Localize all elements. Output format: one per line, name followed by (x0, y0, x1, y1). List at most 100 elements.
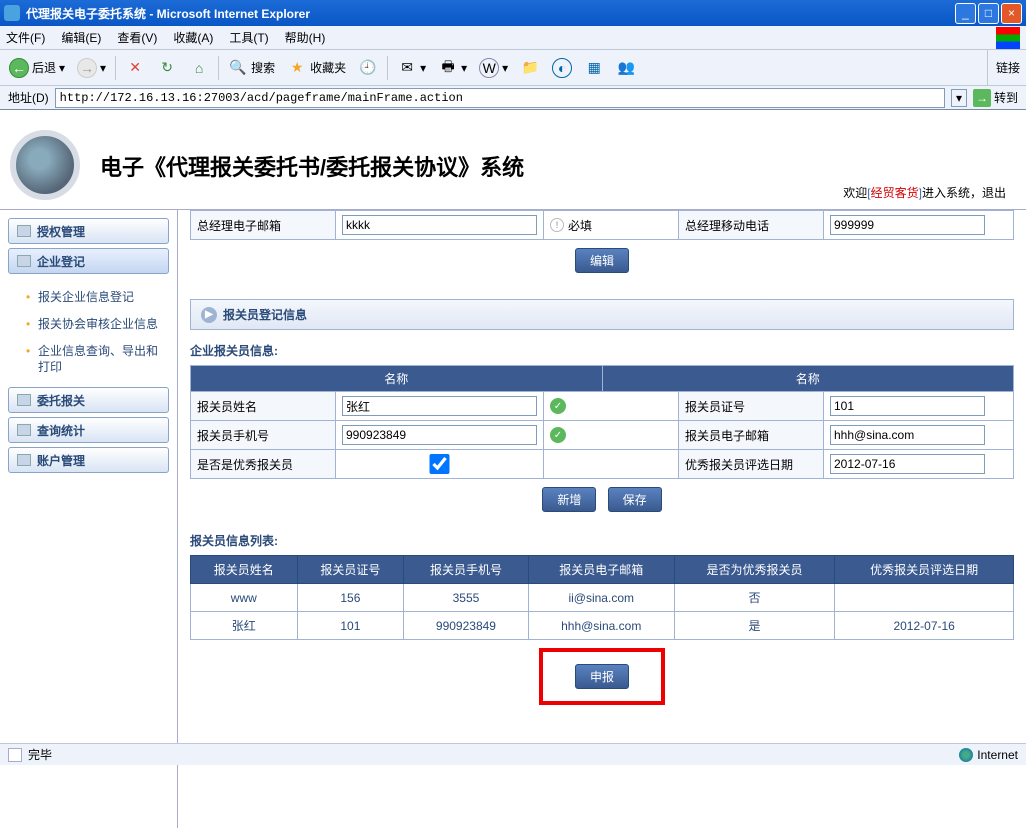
page-icon (8, 748, 22, 762)
input-manager-phone[interactable] (830, 215, 985, 235)
label-phone: 报关员手机号 (191, 421, 336, 449)
label-cert-no: 报关员证号 (679, 392, 824, 420)
list-title: 报关员信息列表: (190, 532, 1014, 549)
input-date[interactable] (830, 454, 985, 474)
ext2-button[interactable]: ▦ (581, 56, 607, 80)
maximize-button[interactable]: □ (978, 3, 999, 24)
sidebar-item-auth[interactable]: 授权管理 (8, 218, 169, 244)
folder-icon (17, 225, 31, 237)
refresh-button[interactable]: ↻ (154, 56, 180, 80)
main-layout: 授权管理 企业登记 报关企业信息登记 报关协会审核企业信息 企业信息查询、导出和… (0, 210, 1026, 828)
sidebar-item-account[interactable]: 账户管理 (8, 447, 169, 473)
links-label[interactable]: 链接 (987, 50, 1020, 85)
close-button[interactable]: × (1001, 3, 1022, 24)
submit-button[interactable]: 申报 (575, 664, 629, 689)
label-declarant-name: 报关员姓名 (191, 392, 336, 420)
ie-flag-icon (996, 27, 1020, 49)
menu-edit[interactable]: 编辑(E) (61, 29, 101, 46)
edit-button[interactable]: W▾ (476, 56, 511, 80)
welcome-text: 欢迎[经贸客货]进入系统，退出 (843, 184, 1006, 201)
sidebar-item-delegate[interactable]: 委托报关 (8, 387, 169, 413)
security-zone: Internet (959, 748, 1018, 762)
logout-link[interactable]: 退出 (982, 186, 1006, 200)
label-excellent: 是否是优秀报关员 (191, 450, 336, 478)
th-phone: 报关员手机号 (404, 556, 529, 584)
label-manager-phone: 总经理移动电话 (679, 211, 824, 239)
menu-help[interactable]: 帮助(H) (285, 29, 326, 46)
required-icon: ! (550, 218, 564, 232)
mail-icon: ✉ (397, 58, 417, 78)
print-button[interactable]: 🖶▾ (435, 56, 470, 80)
sidebar-item-query[interactable]: 查询统计 (8, 417, 169, 443)
input-email[interactable] (830, 425, 985, 445)
toolbar: ←后退 ▾ → ▾ ✕ ↻ ⌂ 🔍搜索 ★收藏夹 🕘 ✉▾ 🖶▾ W▾ 📁 ◐ … (0, 50, 1026, 86)
check-icon: ✓ (550, 398, 566, 414)
menu-view[interactable]: 查看(V) (117, 29, 157, 46)
sidebar-item-enterprise-reg[interactable]: 企业登记 (8, 248, 169, 274)
search-icon: 🔍 (228, 58, 248, 78)
table-header-row: 报关员姓名 报关员证号 报关员手机号 报关员电子邮箱 是否为优秀报关员 优秀报关… (191, 556, 1014, 584)
ext1-button[interactable]: ◐ (549, 56, 575, 80)
checkbox-excellent[interactable] (342, 454, 537, 474)
enterprise-info-title: 企业报关员信息: (190, 342, 1014, 359)
table-row[interactable]: 张红 101 990923849 hhh@sina.com 是 2012-07-… (191, 612, 1014, 640)
folder-icon (17, 255, 31, 267)
arrow-right-icon: ▶ (201, 307, 217, 323)
refresh-icon: ↻ (157, 58, 177, 78)
table-row[interactable]: www 156 3555 ii@sina.com 否 (191, 584, 1014, 612)
window-title: 代理报关电子委托系统 - Microsoft Internet Explorer (26, 5, 953, 22)
input-phone[interactable] (342, 425, 537, 445)
edit-button[interactable]: 编辑 (575, 248, 629, 273)
messenger-button[interactable]: 👥 (613, 56, 639, 80)
address-input[interactable] (55, 88, 945, 108)
word-icon: W (479, 58, 499, 78)
label-email: 报关员电子邮箱 (679, 421, 824, 449)
add-button[interactable]: 新增 (542, 487, 596, 512)
back-icon: ← (9, 58, 29, 78)
menu-favorites[interactable]: 收藏(A) (173, 29, 213, 46)
stop-icon: ✕ (125, 58, 145, 78)
home-icon: ⌂ (189, 58, 209, 78)
menu-tools[interactable]: 工具(T) (229, 29, 268, 46)
label-manager-email: 总经理电子邮箱 (191, 211, 336, 239)
folder-icon (17, 394, 31, 406)
th-email: 报关员电子邮箱 (528, 556, 674, 584)
forward-button[interactable]: → ▾ (74, 56, 109, 80)
statusbar: 完毕 Internet (0, 743, 1026, 765)
save-button[interactable]: 保存 (608, 487, 662, 512)
back-button[interactable]: ←后退 ▾ (6, 56, 68, 80)
form-header-row: 名称 名称 (190, 365, 1014, 392)
sidebar-sub-audit[interactable]: 报关协会审核企业信息 (26, 311, 169, 338)
folder-button[interactable]: 📁 (517, 56, 543, 80)
favorites-button[interactable]: ★收藏夹 (284, 56, 349, 80)
folder-icon (17, 424, 31, 436)
declarant-list-table: 报关员姓名 报关员证号 报关员手机号 报关员电子邮箱 是否为优秀报关员 优秀报关… (190, 555, 1014, 640)
col-header-name: 名称 (191, 366, 603, 391)
menu-file[interactable]: 文件(F) (6, 29, 45, 46)
history-button[interactable]: 🕘 (355, 56, 381, 80)
home-button[interactable]: ⌂ (186, 56, 212, 80)
welcome-user: 经贸客货 (871, 186, 919, 200)
go-arrow-icon: → (973, 89, 991, 107)
form-row-excellent: 是否是优秀报关员 优秀报关员评选日期 (190, 450, 1014, 479)
stop-button[interactable]: ✕ (122, 56, 148, 80)
history-icon: 🕘 (358, 58, 378, 78)
search-button[interactable]: 🔍搜索 (225, 56, 278, 80)
input-manager-email[interactable] (342, 215, 537, 235)
addressbar: 地址(D) ▾ →转到 (0, 86, 1026, 110)
input-cert-no[interactable] (830, 396, 985, 416)
form-row-manager: 总经理电子邮箱 !必填 总经理移动电话 (190, 210, 1014, 240)
page-header: 电子《代理报关委托书/委托报关协议》系统 欢迎[经贸客货]进入系统，退出 (0, 110, 1026, 210)
th-cert: 报关员证号 (297, 556, 404, 584)
th-excellent: 是否为优秀报关员 (674, 556, 835, 584)
go-button[interactable]: →转到 (973, 89, 1018, 107)
minimize-button[interactable]: _ (955, 3, 976, 24)
address-dropdown[interactable]: ▾ (951, 89, 967, 107)
sidebar-sub-query-export[interactable]: 企业信息查询、导出和打印 (26, 338, 169, 382)
submit-highlight-box: 申报 (539, 648, 665, 705)
th-name: 报关员姓名 (191, 556, 298, 584)
sidebar-sub-enterprise-info[interactable]: 报关企业信息登记 (26, 284, 169, 311)
content-area: 总经理电子邮箱 !必填 总经理移动电话 编辑 ▶ 报关员登记信息 企业报关员信息… (178, 210, 1026, 828)
input-declarant-name[interactable] (342, 396, 537, 416)
mail-button[interactable]: ✉▾ (394, 56, 429, 80)
